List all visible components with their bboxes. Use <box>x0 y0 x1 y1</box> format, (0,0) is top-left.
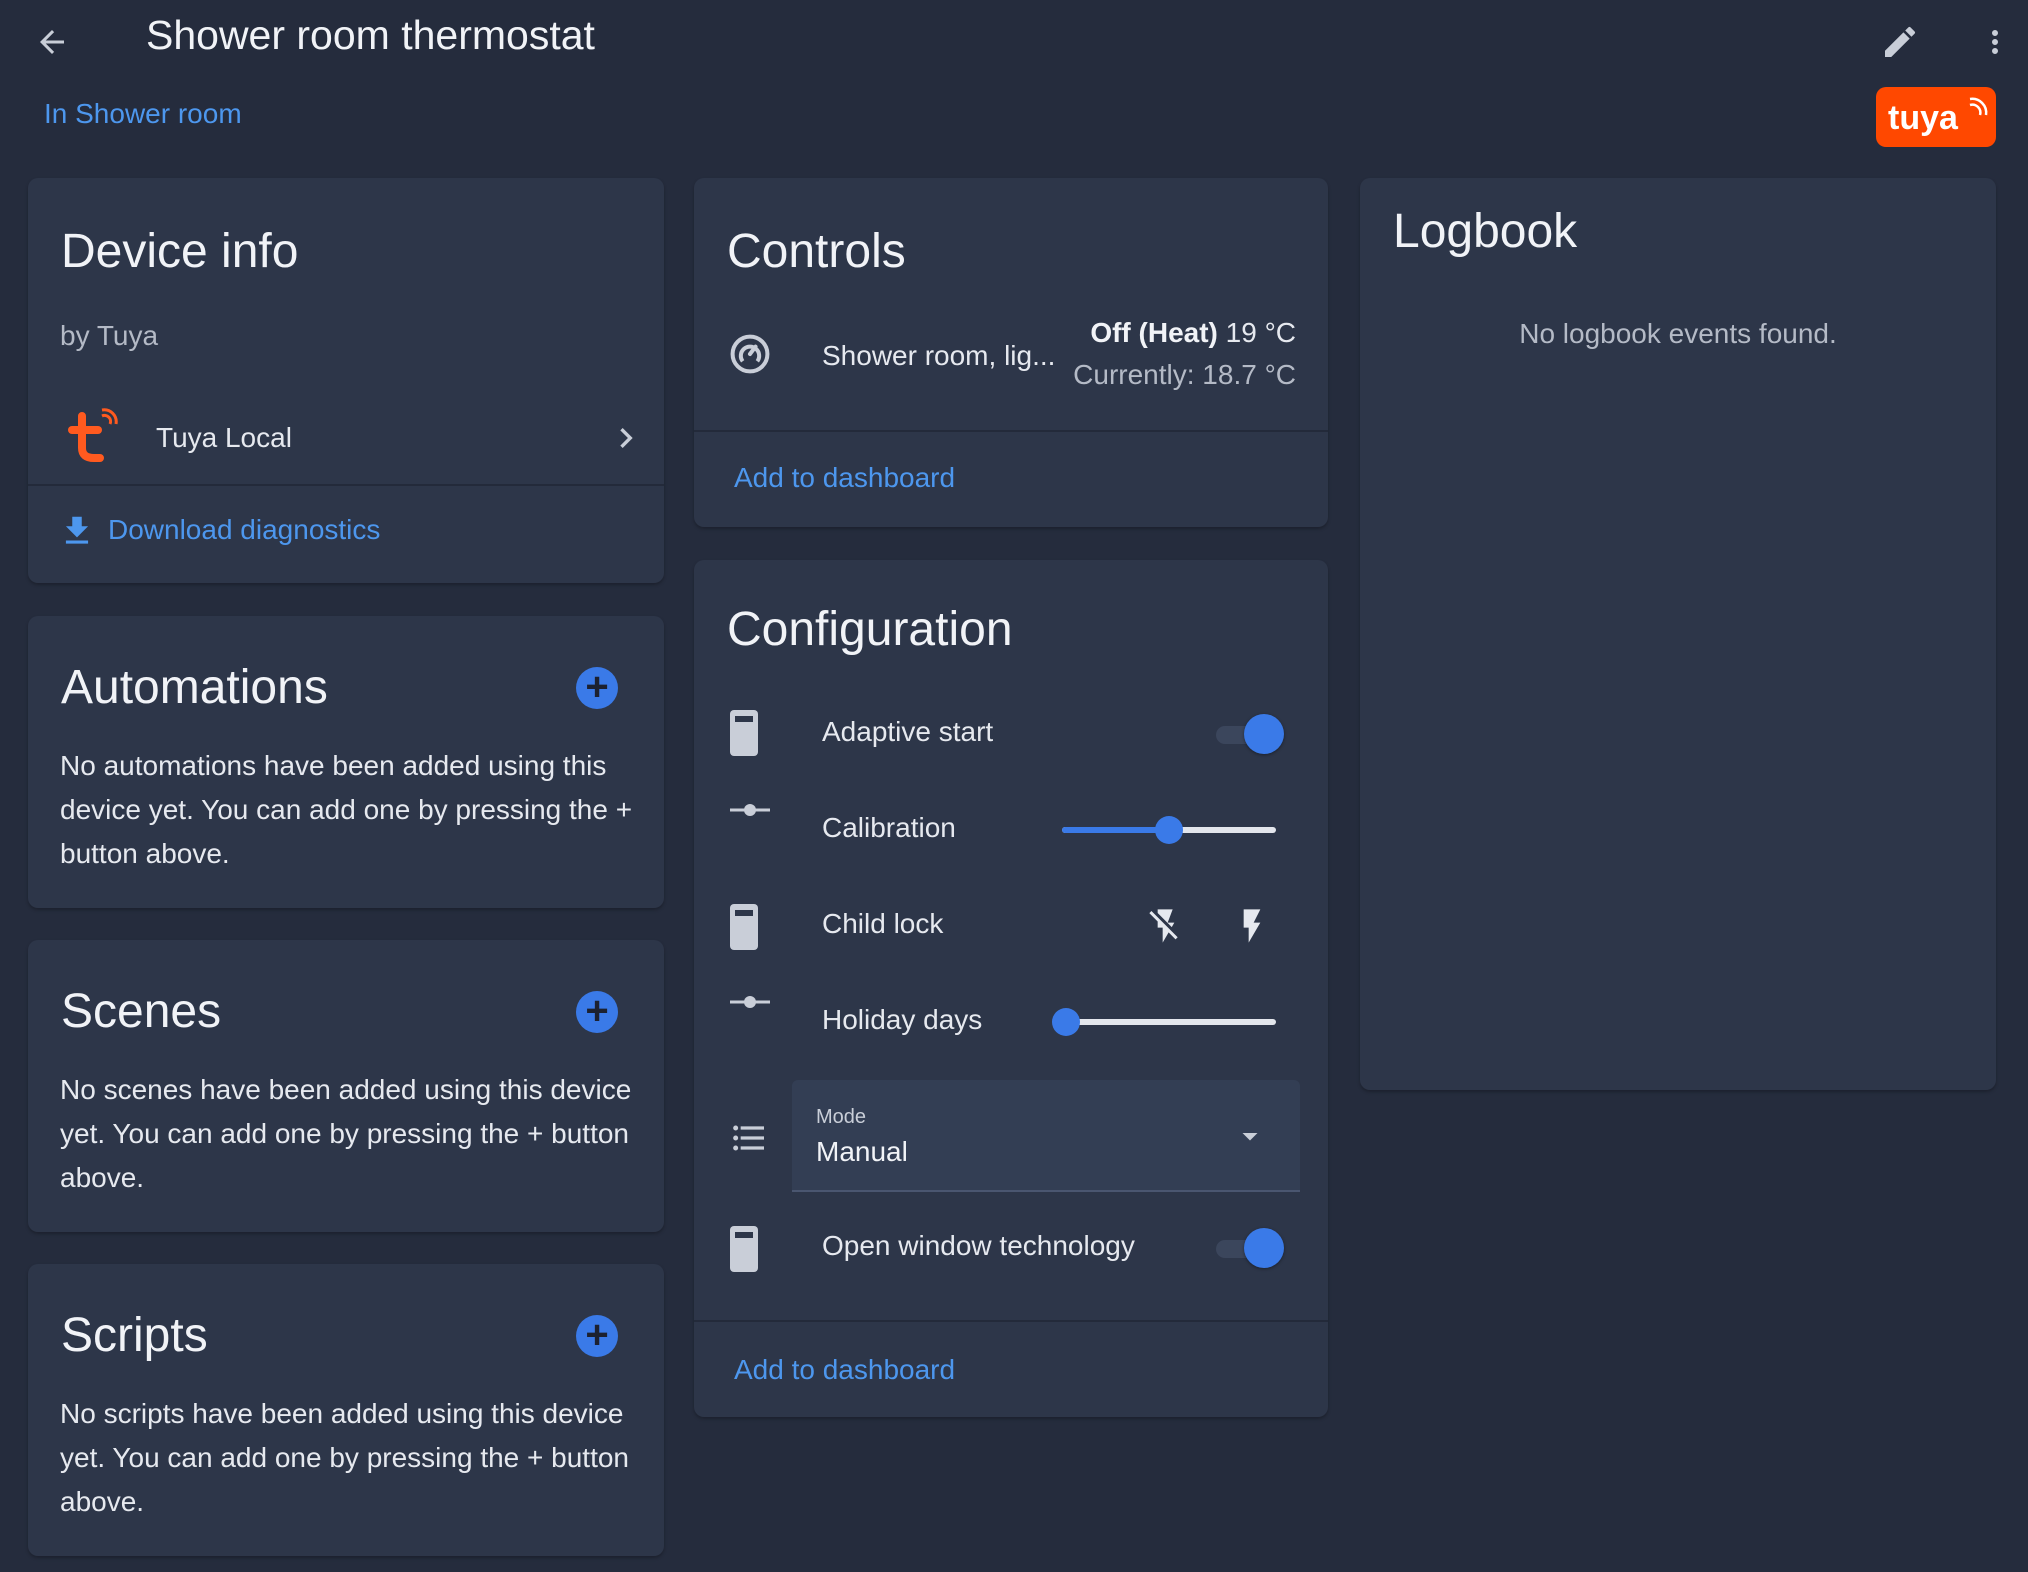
add-script-button[interactable]: + <box>576 1315 618 1357</box>
pencil-icon <box>1885 26 1916 57</box>
edit-button[interactable] <box>1868 14 1932 70</box>
format-list-bulleted-icon <box>733 1125 764 1151</box>
dots-vertical-icon <box>1992 30 1998 54</box>
configuration-card: Configuration Adaptive start Calibration… <box>694 560 1328 1417</box>
thermostat-icon <box>730 334 770 374</box>
page-title: Shower room thermostat <box>146 12 595 58</box>
remote-icon <box>730 710 758 756</box>
menu-down-icon <box>1242 1133 1258 1141</box>
logbook-empty-text: No logbook events found. <box>1519 318 1837 349</box>
slider-knob[interactable] <box>1155 816 1183 844</box>
add-to-dashboard-button[interactable]: Add to dashboard <box>734 1354 955 1386</box>
adaptive-start-label: Adaptive start <box>822 716 994 747</box>
integration-label: Tuya Local <box>156 422 292 453</box>
download-icon <box>65 516 89 544</box>
card-title: Configuration <box>727 603 1013 656</box>
plus-icon: + <box>585 664 609 709</box>
climate-entity-row[interactable]: Shower room, lig... Off (Heat) 19 °C Cur… <box>694 308 1328 408</box>
flash-icon <box>1243 909 1261 943</box>
switch-thumb <box>1244 1228 1284 1268</box>
switch-thumb <box>1244 714 1284 754</box>
device-info-card: Device info by Tuya Tuya Local Download … <box>28 178 664 583</box>
slider-knob[interactable] <box>1052 1008 1080 1036</box>
card-title: Device info <box>61 225 299 278</box>
plus-icon: + <box>585 1312 609 1357</box>
add-automation-button[interactable]: + <box>576 667 618 709</box>
child-lock-off-button[interactable] <box>1140 900 1192 952</box>
scenes-card: Scenes + No scenes have been added using… <box>28 940 664 1232</box>
slider-rail <box>1066 1019 1276 1025</box>
hvac-state: Off (Heat) <box>1090 317 1218 348</box>
holiday-days-slider[interactable] <box>1052 1002 1276 1042</box>
tuya-logo: tuya <box>1876 87 1996 147</box>
more-options-button[interactable] <box>1968 14 2022 70</box>
plus-icon: + <box>585 988 609 1033</box>
open-window-label: Open window technology <box>822 1230 1135 1261</box>
tuya-local-icon <box>68 408 118 462</box>
card-title: Scripts <box>61 1309 208 1362</box>
chevron-right-icon <box>620 428 633 448</box>
logbook-card: Logbook No logbook events found. <box>1360 178 1996 1090</box>
ray-vertex-icon <box>730 996 770 1008</box>
automations-card: Automations + No automations have been a… <box>28 616 664 908</box>
area-link[interactable]: In Shower room <box>44 98 242 130</box>
ray-vertex-icon <box>730 804 770 816</box>
climate-state: Off (Heat) 19 °C Currently: 18.7 °C <box>1073 312 1296 396</box>
empty-state-text: No scripts have been added using this de… <box>60 1398 629 1517</box>
manufacturer-text: by Tuya <box>60 320 159 351</box>
mode-select-value: Manual <box>816 1136 908 1167</box>
current-temperature: Currently: 18.7 °C <box>1073 359 1296 390</box>
calibration-label: Calibration <box>822 812 956 843</box>
download-diagnostics-label: Download diagnostics <box>108 514 381 545</box>
adaptive-start-switch[interactable] <box>1208 712 1286 756</box>
card-title: Controls <box>727 225 906 278</box>
download-diagnostics-button[interactable]: Download diagnostics <box>58 506 398 556</box>
empty-state-text: No automations have been added using thi… <box>60 750 633 869</box>
remote-icon <box>730 904 758 950</box>
child-lock-on-button[interactable] <box>1226 900 1278 952</box>
flash-off-icon <box>1149 909 1178 943</box>
back-button[interactable] <box>22 14 82 70</box>
svg-text:tuya: tuya <box>1888 99 1959 137</box>
integration-row[interactable]: Tuya Local <box>28 398 664 478</box>
mode-select[interactable]: Mode Manual <box>792 1080 1300 1192</box>
state-line: Off (Heat) 19 °C <box>1073 312 1296 354</box>
mode-select-label: Mode <box>816 1106 867 1128</box>
slider-fill <box>1062 827 1169 833</box>
card-title: Automations <box>61 661 328 714</box>
divider <box>694 1320 1328 1322</box>
child-lock-label: Child lock <box>822 908 944 939</box>
card-title: Scenes <box>61 985 222 1038</box>
calibration-slider[interactable] <box>1062 810 1276 850</box>
remote-icon <box>730 1226 758 1272</box>
divider <box>694 430 1328 432</box>
holiday-days-label: Holiday days <box>822 1004 983 1035</box>
divider <box>28 484 664 486</box>
scripts-card: Scripts + No scripts have been added usi… <box>28 1264 664 1556</box>
arrow-left-icon <box>40 30 64 54</box>
target-temperature: 19 °C <box>1225 317 1296 348</box>
controls-card: Controls Shower room, lig... Off (Heat) … <box>694 178 1328 527</box>
entity-name: Shower room, lig... <box>822 340 1056 371</box>
empty-state-text: No scenes have been added using this dev… <box>60 1074 632 1193</box>
card-title: Logbook <box>1393 205 1578 258</box>
open-window-switch[interactable] <box>1208 1226 1286 1270</box>
add-scene-button[interactable]: + <box>576 991 618 1033</box>
add-to-dashboard-button[interactable]: Add to dashboard <box>734 462 955 494</box>
